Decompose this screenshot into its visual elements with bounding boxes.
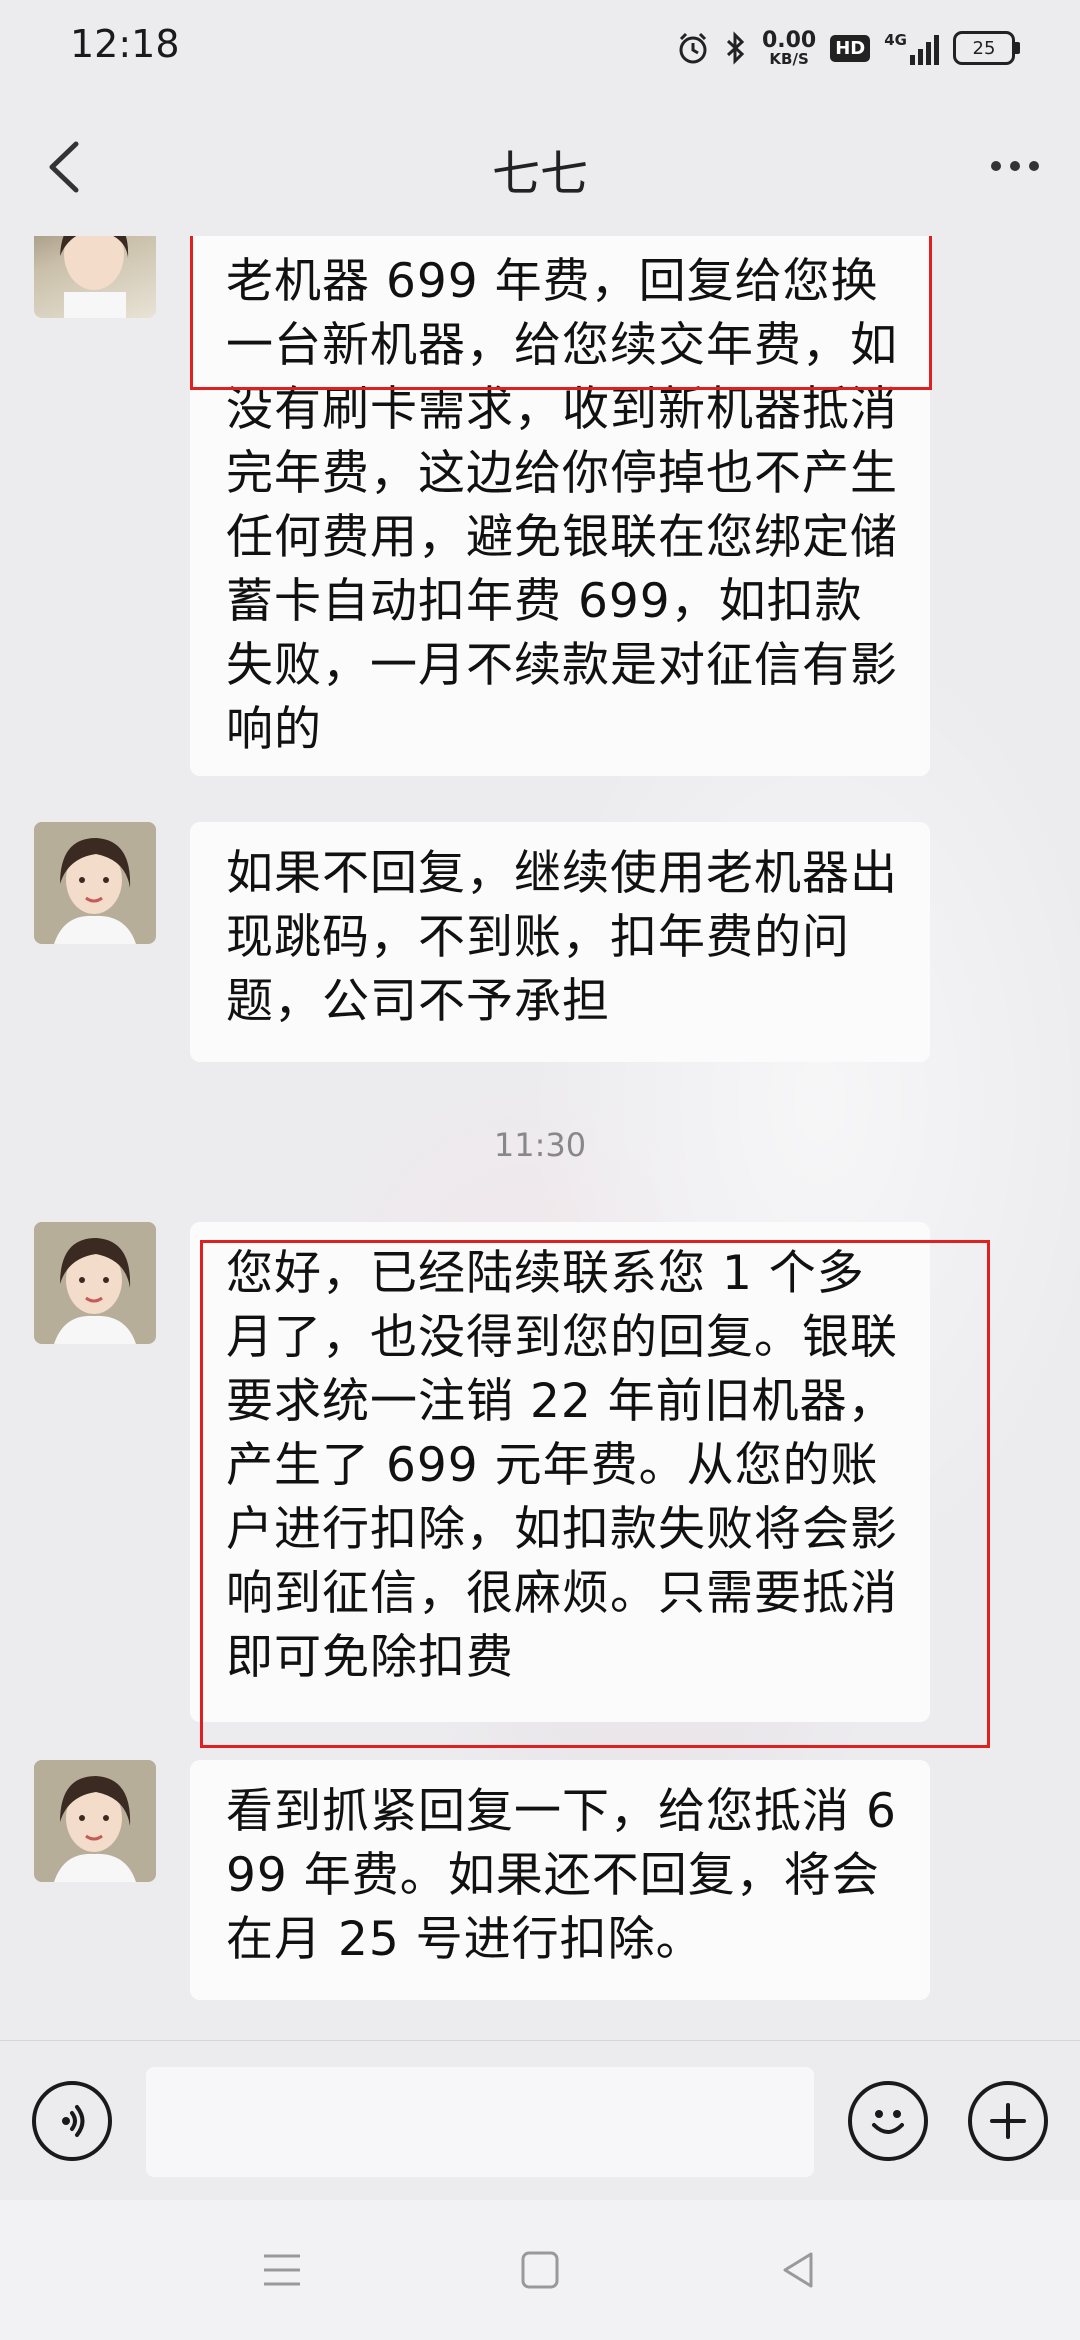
nav-home-button[interactable] [500, 2240, 580, 2300]
message-list[interactable]: 老机器 699 年费，回复给您换一台新机器，给您续交年费，如没有刷卡需求，收到新… [0, 236, 1080, 2036]
message-text: 如果不回复，继续使用老机器出现跳码，不到账，扣年费的问题，公司不予承担 [226, 846, 898, 1029]
plus-icon [990, 2103, 1026, 2139]
message-bubble[interactable]: 老机器 699 年费，回复给您换一台新机器，给您续交年费，如没有刷卡需求，收到新… [190, 236, 930, 776]
emoji-button[interactable] [848, 2081, 928, 2161]
message-text: 您好，已经陆续联系您 1 个多月了，也没得到您的回复。银联要求统一注销 22 年… [226, 1246, 898, 1685]
bluetooth-icon [726, 31, 745, 65]
nav-menu-button[interactable] [242, 2240, 322, 2300]
nav-back-button[interactable] [758, 2240, 838, 2300]
battery-level: 25 [972, 37, 996, 59]
message-text: 看到抓紧回复一下，给您抵消 699 年费。如果还不回复，将会在月 25 号进行扣… [226, 1784, 897, 1967]
more-functions-button[interactable] [968, 2081, 1048, 2161]
chat-header: 七七 [0, 96, 1080, 236]
voice-icon [62, 2105, 85, 2137]
emoji-icon [872, 2110, 904, 2134]
avatar[interactable] [34, 1760, 156, 1882]
back-triangle-icon [783, 2252, 813, 2288]
battery-icon: 25 [953, 31, 1020, 65]
more-button[interactable] [980, 136, 1050, 196]
alarm-icon [679, 32, 707, 64]
status-icons: 0.00 KB/S HD 4G 25 [676, 24, 1020, 72]
chat-title: 七七 [491, 146, 588, 202]
status-bar: 12:18 0.00 KB/S HD 4G 25 [0, 0, 1080, 96]
network-type: 4G [884, 31, 907, 49]
net-speed-value: 0.00 [761, 27, 817, 53]
message-input[interactable] [146, 2067, 814, 2177]
avatar[interactable] [34, 822, 156, 944]
net-speed-unit: KB/S [769, 49, 809, 68]
message-bubble[interactable]: 如果不回复，继续使用老机器出现跳码，不到账，扣年费的问题，公司不予承担 [190, 822, 930, 1062]
input-bar [0, 2040, 1080, 2201]
hd-badge: HD [830, 34, 871, 62]
avatar[interactable] [34, 1222, 156, 1344]
net-speed: 0.00 KB/S [761, 27, 817, 68]
status-time: 12:18 [70, 22, 180, 66]
menu-icon [264, 2254, 300, 2286]
signal-icon: 4G [884, 31, 939, 65]
message-bubble[interactable]: 看到抓紧回复一下，给您抵消 699 年费。如果还不回复，将会在月 25 号进行扣… [190, 1760, 930, 2000]
avatar[interactable] [34, 236, 156, 318]
more-dots-icon [991, 161, 1001, 171]
system-nav-bar [0, 2200, 1080, 2340]
message-text: 老机器 699 年费，回复给您换一台新机器，给您续交年费，如没有刷卡需求，收到新… [226, 254, 898, 757]
message-timestamp: 11:30 [493, 1126, 587, 1164]
home-square-icon [521, 2251, 559, 2289]
message-bubble[interactable]: 您好，已经陆续联系您 1 个多月了，也没得到您的回复。银联要求统一注销 22 年… [190, 1222, 930, 1722]
voice-button[interactable] [32, 2081, 112, 2161]
